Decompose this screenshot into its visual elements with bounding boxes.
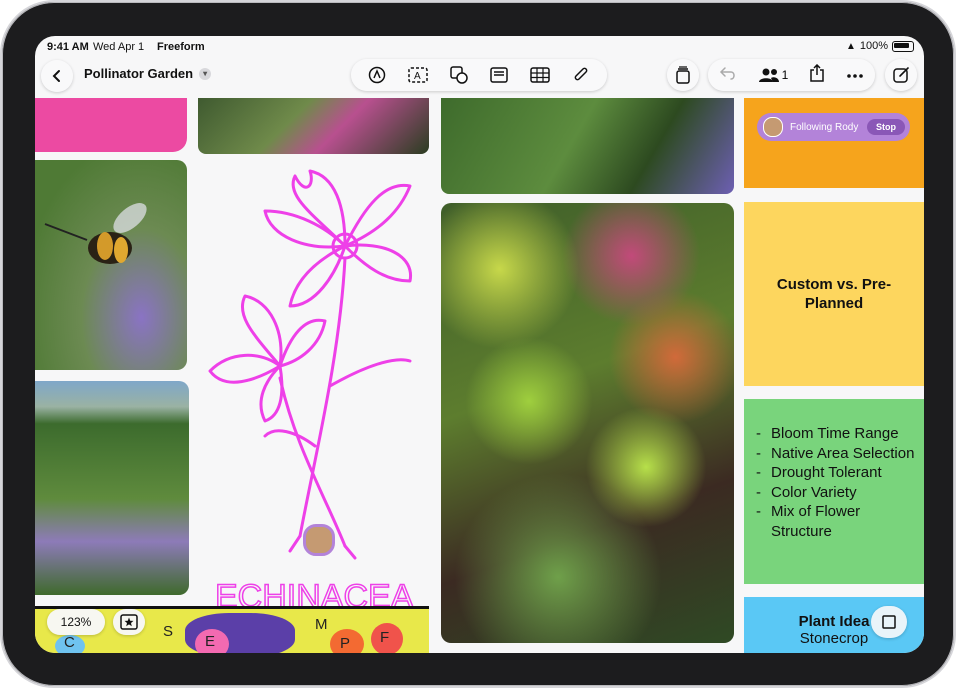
strip-letter: M xyxy=(315,616,328,633)
following-label: Following Rody xyxy=(790,121,859,133)
back-button[interactable] xyxy=(41,60,73,92)
zoom-level-button[interactable]: 123% xyxy=(47,609,105,635)
battery-percent: 100% xyxy=(859,40,888,52)
strip-letter: E xyxy=(205,633,216,650)
insert-toolbar: A xyxy=(351,59,607,91)
status-bar: 9:41 AM Wed Apr 1 Freeform ▲ 100% xyxy=(35,36,924,58)
orange-sticky-note[interactable] xyxy=(744,98,924,188)
people-icon xyxy=(758,68,779,82)
board-title: Pollinator Garden xyxy=(84,66,194,81)
list-item: - Native Area Selection xyxy=(756,444,915,462)
pen-tool-icon[interactable] xyxy=(366,64,388,86)
echinacea-photo[interactable] xyxy=(198,98,429,154)
collaborator-cursor-avatar xyxy=(303,524,335,556)
rody-avatar xyxy=(763,117,783,137)
following-pill: Following Rody Stop xyxy=(757,113,910,141)
chevron-left-icon xyxy=(52,70,60,82)
shapes-icon[interactable] xyxy=(448,64,470,86)
green-sticky-note[interactable]: - Bloom Time Range - Native Area Selection… xyxy=(744,399,924,584)
yellow-note-text: Custom vs. Pre-Planned xyxy=(776,276,892,312)
svg-text:A: A xyxy=(414,71,421,82)
share-icon xyxy=(810,63,825,82)
strip-letter: S xyxy=(163,623,174,640)
sticky-note-icon[interactable] xyxy=(488,64,510,86)
list-item: - Mix of Flower Structure xyxy=(756,503,861,540)
navigator-icon xyxy=(882,615,896,629)
navigator-button[interactable] xyxy=(871,606,907,638)
attachment-icon[interactable] xyxy=(570,64,592,86)
strip-letter: P xyxy=(340,635,351,652)
strip-letter: C xyxy=(64,634,75,651)
collaborators-button[interactable]: 1 xyxy=(758,67,789,83)
table-icon[interactable] xyxy=(529,64,551,86)
ellipsis-icon xyxy=(847,74,864,78)
pink-shape[interactable] xyxy=(35,98,187,152)
hummingbird-photo[interactable] xyxy=(441,98,734,194)
status-time: 9:41 AM xyxy=(47,41,89,53)
text-box-icon[interactable]: A xyxy=(407,64,429,86)
bee-icon xyxy=(44,203,147,264)
battery-icon xyxy=(892,40,914,52)
star-icon xyxy=(120,614,138,630)
layers-button[interactable] xyxy=(667,59,699,91)
list-item: - Bloom Time Range xyxy=(756,425,899,442)
chevron-down-icon: ▾ xyxy=(199,67,212,80)
board-title-menu[interactable]: Pollinator Garden ▾ xyxy=(84,66,212,81)
compose-icon xyxy=(893,67,909,83)
criteria-list: - Bloom Time Range - Native Area Selection… xyxy=(744,399,924,541)
collaborator-count: 1 xyxy=(781,68,789,82)
freeform-screen: ECHINACEA Following Rody Stop Custom vs.… xyxy=(35,36,924,653)
undo-button[interactable] xyxy=(719,65,737,86)
more-button[interactable] xyxy=(846,66,864,84)
scenes-button[interactable] xyxy=(113,609,145,635)
status-date: Wed Apr 1 xyxy=(93,41,145,53)
status-battery: ▲ 100% xyxy=(846,40,914,52)
bee-photo[interactable] xyxy=(35,160,187,370)
list-item: - Drought Tolerant xyxy=(756,464,882,481)
list-item: - Color Variety xyxy=(756,483,857,501)
strip-letter: F xyxy=(380,629,390,646)
new-board-button[interactable] xyxy=(885,59,917,91)
undo-icon xyxy=(719,66,735,80)
stack-icon xyxy=(676,66,690,84)
garden-photo[interactable] xyxy=(35,381,189,595)
wifi-icon: ▲ xyxy=(845,40,856,52)
board-actions: 1 xyxy=(708,59,875,91)
status-app-name: Freeform xyxy=(157,41,205,53)
share-button[interactable] xyxy=(809,63,825,87)
coleus-photo[interactable] xyxy=(441,203,734,643)
yellow-sticky-note[interactable]: Custom vs. Pre-Planned xyxy=(744,202,924,386)
stop-following-button[interactable]: Stop xyxy=(867,119,905,135)
